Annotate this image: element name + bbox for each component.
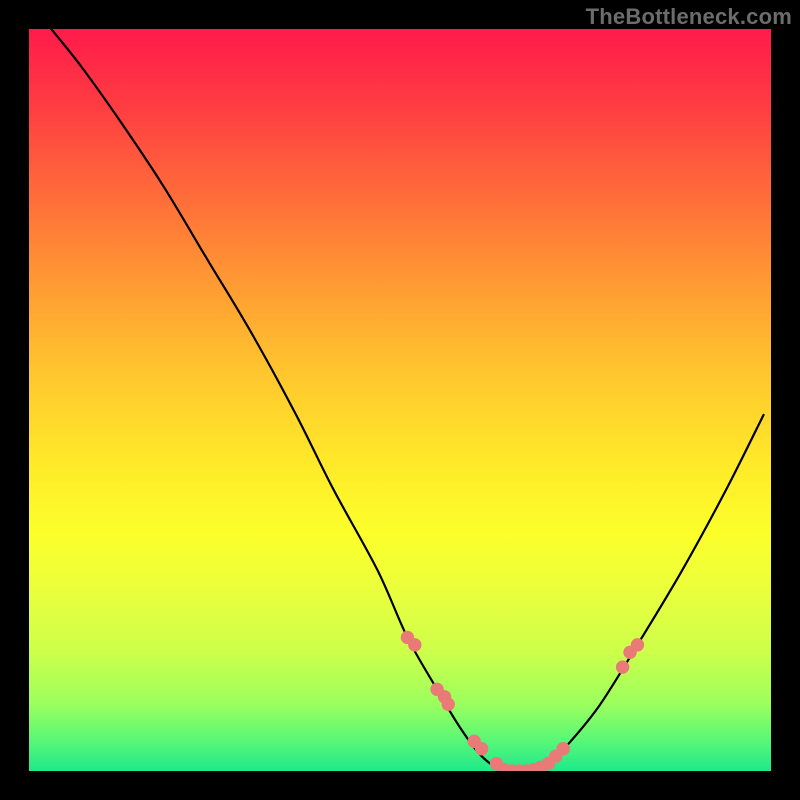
watermark-text: TheBottleneck.com [586, 4, 792, 30]
highlight-dot [557, 743, 569, 755]
chart-overlay [29, 29, 771, 771]
highlight-dot [442, 698, 454, 710]
highlight-dots [401, 631, 643, 771]
bottleneck-curve [51, 29, 763, 771]
highlight-dot [409, 639, 421, 651]
chart-frame: TheBottleneck.com [0, 0, 800, 800]
gradient-plot-area [29, 29, 771, 771]
highlight-dot [631, 639, 643, 651]
highlight-dot [616, 661, 628, 673]
highlight-dot [475, 743, 487, 755]
